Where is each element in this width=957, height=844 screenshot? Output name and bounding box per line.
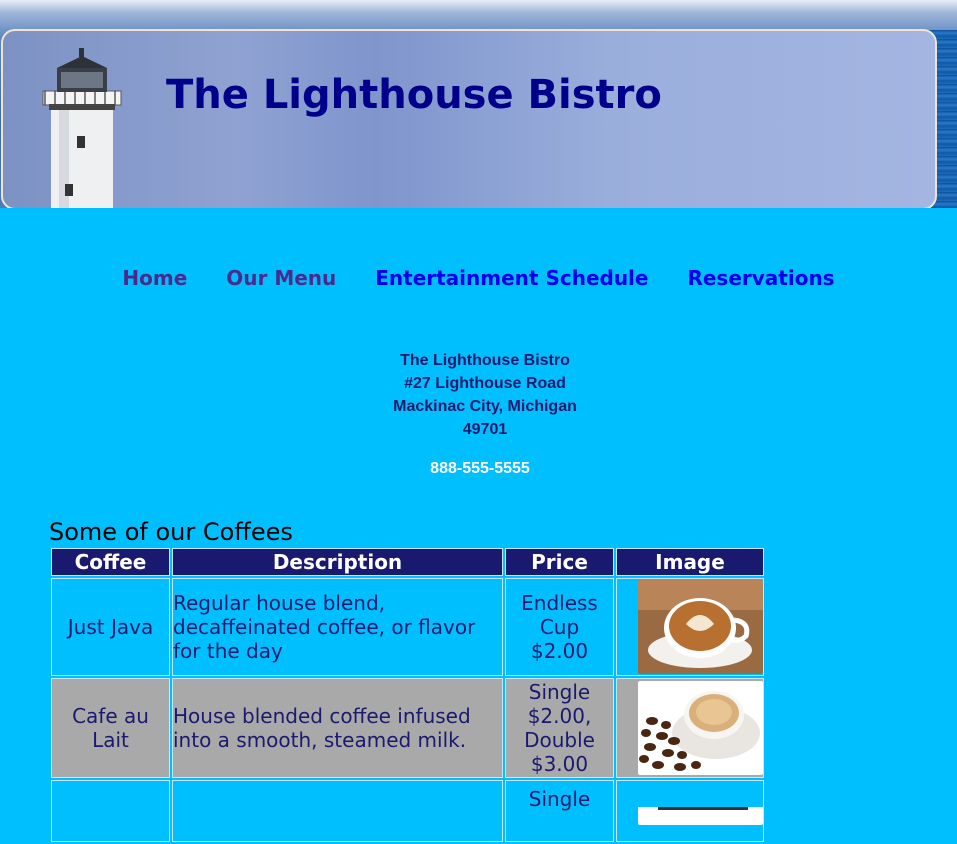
coffee-image — [638, 807, 763, 825]
table-row: Single — [51, 780, 764, 842]
nav-our-menu[interactable]: Our Menu — [226, 266, 336, 290]
address-block: The Lighthouse Bistro #27 Lighthouse Roa… — [0, 349, 957, 441]
table-row: Just Java Regular house blend, decaffein… — [51, 578, 764, 676]
nav-reservations[interactable]: Reservations — [687, 266, 834, 290]
coffee-name — [51, 780, 170, 842]
price-line: $2.00, — [527, 704, 592, 728]
price-line: Cup — [539, 615, 580, 639]
header-description: Description — [172, 548, 503, 576]
coffee-description: House blended coffee infused into a smoo… — [172, 678, 503, 778]
header-coffee: Coffee — [51, 548, 170, 576]
coffee-price: Single $2.00, Double $3.00 — [505, 678, 614, 778]
price-line: Single — [528, 787, 591, 811]
table-row: Cafe au Lait House blended coffee infuse… — [51, 678, 764, 778]
table-caption: Some of our Coffees — [49, 518, 293, 546]
header-image: Image — [616, 548, 764, 576]
price-line: Double — [524, 728, 595, 752]
address-street: #27 Lighthouse Road — [404, 375, 566, 392]
coffee-image-cell — [616, 678, 764, 778]
nav-entertainment-schedule[interactable]: Entertainment Schedule — [375, 266, 648, 290]
price-line: $3.00 — [530, 752, 589, 776]
header-background: The Lighthouse Bistro — [0, 0, 957, 208]
coffee-name: Cafe au Lait — [51, 678, 170, 778]
coffee-price: Endless Cup $2.00 — [505, 578, 614, 676]
table-header-row: Coffee Description Price Image — [51, 548, 764, 576]
price-line: Endless — [521, 591, 598, 615]
coffee-table: Coffee Description Price Image Just Java… — [49, 546, 766, 844]
latte-art-image — [638, 580, 763, 674]
nav-home[interactable]: Home — [122, 266, 187, 290]
lighthouse-image — [42, 48, 122, 208]
coffee-beans-image — [638, 681, 763, 775]
address-zip: 49701 — [462, 421, 508, 438]
coffee-name: Just Java — [51, 578, 170, 676]
coffee-image-cell — [616, 780, 764, 842]
phone-number: 888-555-5555 — [430, 460, 530, 477]
header-banner: The Lighthouse Bistro — [1, 29, 937, 208]
address-name: The Lighthouse Bistro — [400, 352, 570, 369]
address-city: Mackinac City, Michigan — [393, 398, 577, 415]
coffee-description — [172, 780, 503, 842]
coffee-price: Single — [505, 780, 614, 842]
price-line: Single — [528, 680, 591, 704]
coffee-image-cell — [616, 578, 764, 676]
header-price: Price — [505, 548, 614, 576]
coffee-description: Regular house blend, decaffeinated coffe… — [172, 578, 503, 676]
price-line: $2.00 — [530, 639, 589, 663]
main-navigation: Home Our Menu Entertainment Schedule Res… — [0, 266, 957, 290]
site-title: The Lighthouse Bistro — [166, 72, 662, 118]
